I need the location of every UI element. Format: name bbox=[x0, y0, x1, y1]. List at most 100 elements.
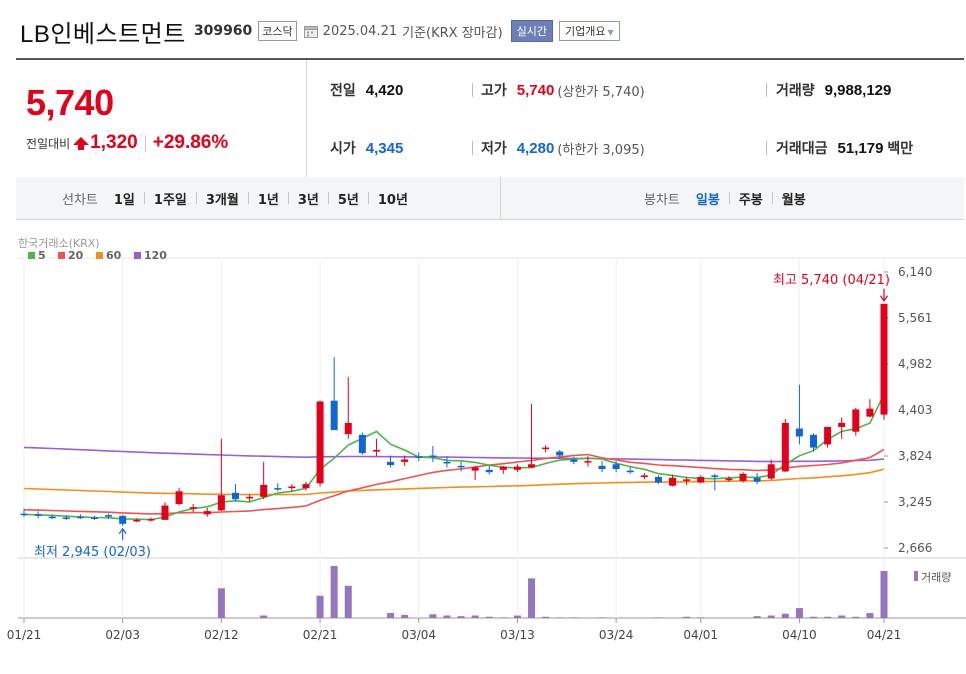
prev-close-value: 4,420 bbox=[365, 81, 404, 99]
tab-1y[interactable]: 1년 bbox=[258, 189, 279, 208]
divider bbox=[287, 192, 289, 204]
candle-body bbox=[246, 496, 254, 499]
candle-body bbox=[669, 477, 677, 486]
tab-daily[interactable]: 일봉 bbox=[696, 189, 720, 208]
company-overview-dropdown[interactable]: 기업개요 ▼ bbox=[559, 21, 620, 41]
candle-body bbox=[90, 517, 98, 519]
volume-bar bbox=[344, 585, 352, 618]
volume-bar bbox=[499, 617, 507, 618]
y-tick-label: 6,140 bbox=[898, 265, 932, 279]
candle-body bbox=[739, 473, 747, 481]
volume-bar bbox=[457, 616, 465, 618]
prev-close-cell: 전일 4,420 bbox=[330, 80, 403, 100]
volume-bar bbox=[513, 615, 521, 618]
tab-3m[interactable]: 3개월 bbox=[206, 189, 239, 208]
candle-body bbox=[725, 478, 733, 481]
volume-bar bbox=[795, 608, 803, 618]
y-tick-label: 5,561 bbox=[898, 311, 932, 325]
volume-bar bbox=[824, 616, 832, 618]
company-overview-label: 기업개요 bbox=[565, 25, 606, 38]
open-cell: 시가 4,345 bbox=[330, 138, 403, 158]
volume-label: 거래량 bbox=[776, 83, 815, 99]
candle-body bbox=[584, 461, 592, 463]
candle-body bbox=[217, 495, 225, 511]
candle-body bbox=[203, 511, 211, 515]
legend-label: 60 bbox=[106, 249, 122, 262]
divider bbox=[766, 83, 767, 97]
candle-body bbox=[415, 456, 423, 458]
volume-value: 9,988,129 bbox=[824, 81, 892, 99]
prev-close-label: 전일 bbox=[330, 83, 356, 99]
volume-bar bbox=[330, 566, 338, 618]
divider bbox=[367, 192, 369, 204]
source-label: 한국거래소(KRX) bbox=[18, 237, 100, 250]
change-rate: +29.86% bbox=[152, 132, 229, 153]
volume-bar bbox=[443, 615, 451, 618]
candle-body bbox=[401, 459, 409, 462]
y-tick-label: 4,403 bbox=[898, 403, 932, 417]
divider bbox=[766, 141, 767, 155]
candle-body bbox=[556, 451, 564, 456]
volume-bar bbox=[471, 615, 479, 618]
open-label: 시가 bbox=[330, 141, 356, 157]
candle-body bbox=[852, 409, 860, 432]
volume-bar bbox=[528, 578, 536, 618]
tab-1w[interactable]: 1주일 bbox=[154, 189, 187, 208]
candle-body bbox=[767, 464, 775, 479]
chevron-down-icon: ▼ bbox=[607, 28, 614, 37]
candle-body bbox=[288, 486, 296, 489]
tab-10y[interactable]: 10년 bbox=[378, 189, 408, 208]
trade-value-label: 거래대금 bbox=[776, 141, 828, 157]
tab-5y[interactable]: 5년 bbox=[338, 189, 359, 208]
trade-value-unit: 백만 bbox=[887, 141, 914, 157]
x-tick-label: 04/21 bbox=[867, 628, 902, 642]
volume-bar bbox=[654, 617, 662, 618]
volume-bar bbox=[542, 616, 550, 618]
candle-body bbox=[274, 488, 282, 490]
calendar-icon bbox=[303, 25, 318, 38]
x-tick-label: 02/03 bbox=[105, 628, 140, 642]
tab-monthly[interactable]: 월봉 bbox=[782, 189, 806, 208]
candle-body bbox=[810, 434, 818, 448]
quote-panel: 5,740 전일대비 1,320 +29.86% 전일 4,420 시가 4,3… bbox=[16, 58, 964, 179]
candle-body bbox=[457, 465, 465, 468]
volume-legend-swatch bbox=[914, 571, 918, 581]
change-row: 전일대비 1,320 +29.86% bbox=[26, 132, 228, 154]
x-tick-label: 02/12 bbox=[204, 628, 239, 642]
candle-body bbox=[824, 426, 832, 445]
candle-body bbox=[499, 466, 507, 470]
candle-body bbox=[175, 491, 183, 504]
tab-1d[interactable]: 1일 bbox=[114, 189, 135, 208]
volume-bar bbox=[697, 617, 705, 618]
volume-bar bbox=[401, 614, 409, 618]
divider bbox=[247, 192, 249, 204]
volume-bar bbox=[556, 617, 564, 618]
y-tick-label: 2,666 bbox=[898, 541, 932, 555]
candle-body bbox=[570, 459, 578, 462]
candle-body bbox=[147, 519, 155, 521]
volume-bar bbox=[781, 613, 789, 618]
low-value: 4,280 bbox=[516, 139, 555, 157]
divider bbox=[143, 192, 145, 204]
change-label: 전일대비 bbox=[26, 136, 71, 151]
tab-weekly[interactable]: 주봉 bbox=[739, 189, 763, 208]
x-tick-label: 03/24 bbox=[599, 628, 634, 642]
up-arrow-icon bbox=[73, 136, 90, 150]
candle-body bbox=[358, 434, 366, 454]
candle-body bbox=[795, 428, 803, 437]
candle-body bbox=[372, 449, 380, 452]
candle-body bbox=[528, 464, 536, 468]
legend-label: 120 bbox=[144, 249, 167, 262]
divider bbox=[771, 192, 773, 204]
volume-bar bbox=[485, 616, 493, 618]
divider bbox=[195, 192, 197, 204]
candle-body bbox=[429, 455, 437, 458]
low-annotation: 최저 2,945 (02/03) bbox=[34, 545, 151, 560]
candle-body bbox=[76, 516, 84, 519]
tab-3y[interactable]: 3년 bbox=[298, 189, 319, 208]
realtime-button[interactable]: 실시간 bbox=[510, 20, 554, 42]
volume-cell: 거래량 9,988,129 bbox=[776, 80, 891, 100]
low-cell: 저가 4,280 (하한가 3,095) bbox=[481, 138, 645, 158]
candle-body bbox=[302, 484, 310, 489]
candle-body bbox=[654, 476, 662, 483]
